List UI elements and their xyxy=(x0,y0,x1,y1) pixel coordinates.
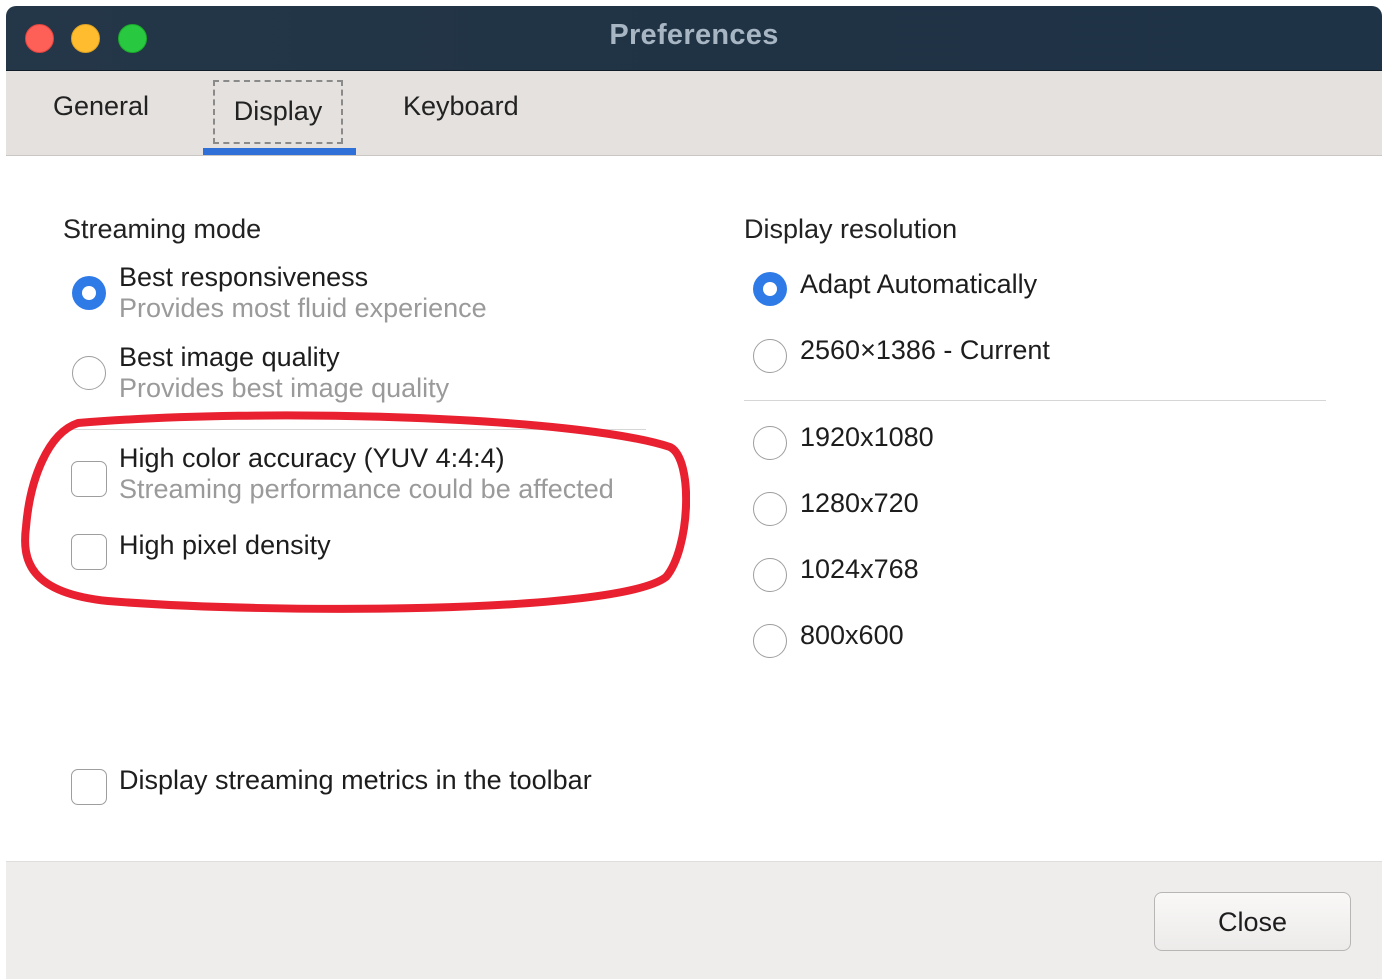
selected-tab-indicator xyxy=(203,148,356,155)
streaming-divider xyxy=(63,429,646,430)
best-image-quality-radio[interactable] xyxy=(72,356,106,390)
resolution-radio-1024[interactable] xyxy=(753,558,787,592)
streaming-metrics-checkbox[interactable] xyxy=(71,769,107,805)
resolution-label-2560[interactable]: 2560×1386 - Current xyxy=(800,335,1050,366)
high-color-accuracy-label[interactable]: High color accuracy (YUV 4:4:4) xyxy=(119,443,505,474)
high-color-accuracy-description: Streaming performance could be affected xyxy=(119,474,614,504)
high-color-accuracy-checkbox[interactable] xyxy=(71,461,107,497)
best-responsiveness-radio[interactable] xyxy=(72,276,106,310)
streaming-metrics-label[interactable]: Display streaming metrics in the toolbar xyxy=(119,765,592,796)
tab-general[interactable]: General xyxy=(53,91,149,122)
resolution-radio-800[interactable] xyxy=(753,624,787,658)
window-title: Preferences xyxy=(609,19,779,51)
resolution-radio-adapt[interactable] xyxy=(753,272,787,306)
resolution-label-1920[interactable]: 1920x1080 xyxy=(800,422,934,453)
display-settings-panel: Streaming mode Best responsiveness Provi… xyxy=(6,156,1382,861)
resolution-label-1024[interactable]: 1024x768 xyxy=(800,554,919,585)
title-bar: Preferences xyxy=(6,6,1382,71)
close-button[interactable]: Close xyxy=(1154,892,1351,951)
red-highlight-ellipse xyxy=(21,411,690,613)
resolution-radio-1280[interactable] xyxy=(753,492,787,526)
tab-bar: General Display Keyboard xyxy=(6,71,1382,156)
streaming-mode-title: Streaming mode xyxy=(63,214,262,244)
resolution-radio-2560[interactable] xyxy=(753,339,787,373)
best-image-quality-label[interactable]: Best image quality xyxy=(119,342,340,373)
preferences-window: Preferences General Display Keyboard Str… xyxy=(6,6,1382,979)
resolution-label-800[interactable]: 800x600 xyxy=(800,620,904,651)
high-pixel-density-checkbox[interactable] xyxy=(71,534,107,570)
tab-keyboard[interactable]: Keyboard xyxy=(403,91,519,122)
tab-display[interactable]: Display xyxy=(213,80,343,144)
best-responsiveness-label[interactable]: Best responsiveness xyxy=(119,262,368,293)
best-responsiveness-description: Provides most fluid experience xyxy=(119,293,487,323)
resolution-label-1280[interactable]: 1280x720 xyxy=(800,488,919,519)
resolution-divider xyxy=(744,400,1326,401)
high-pixel-density-label[interactable]: High pixel density xyxy=(119,530,331,561)
resolution-label-adapt[interactable]: Adapt Automatically xyxy=(800,269,1037,300)
footer-bar: Close xyxy=(6,861,1382,979)
best-image-quality-description: Provides best image quality xyxy=(119,373,450,403)
resolution-radio-1920[interactable] xyxy=(753,426,787,460)
display-resolution-title: Display resolution xyxy=(744,214,958,244)
